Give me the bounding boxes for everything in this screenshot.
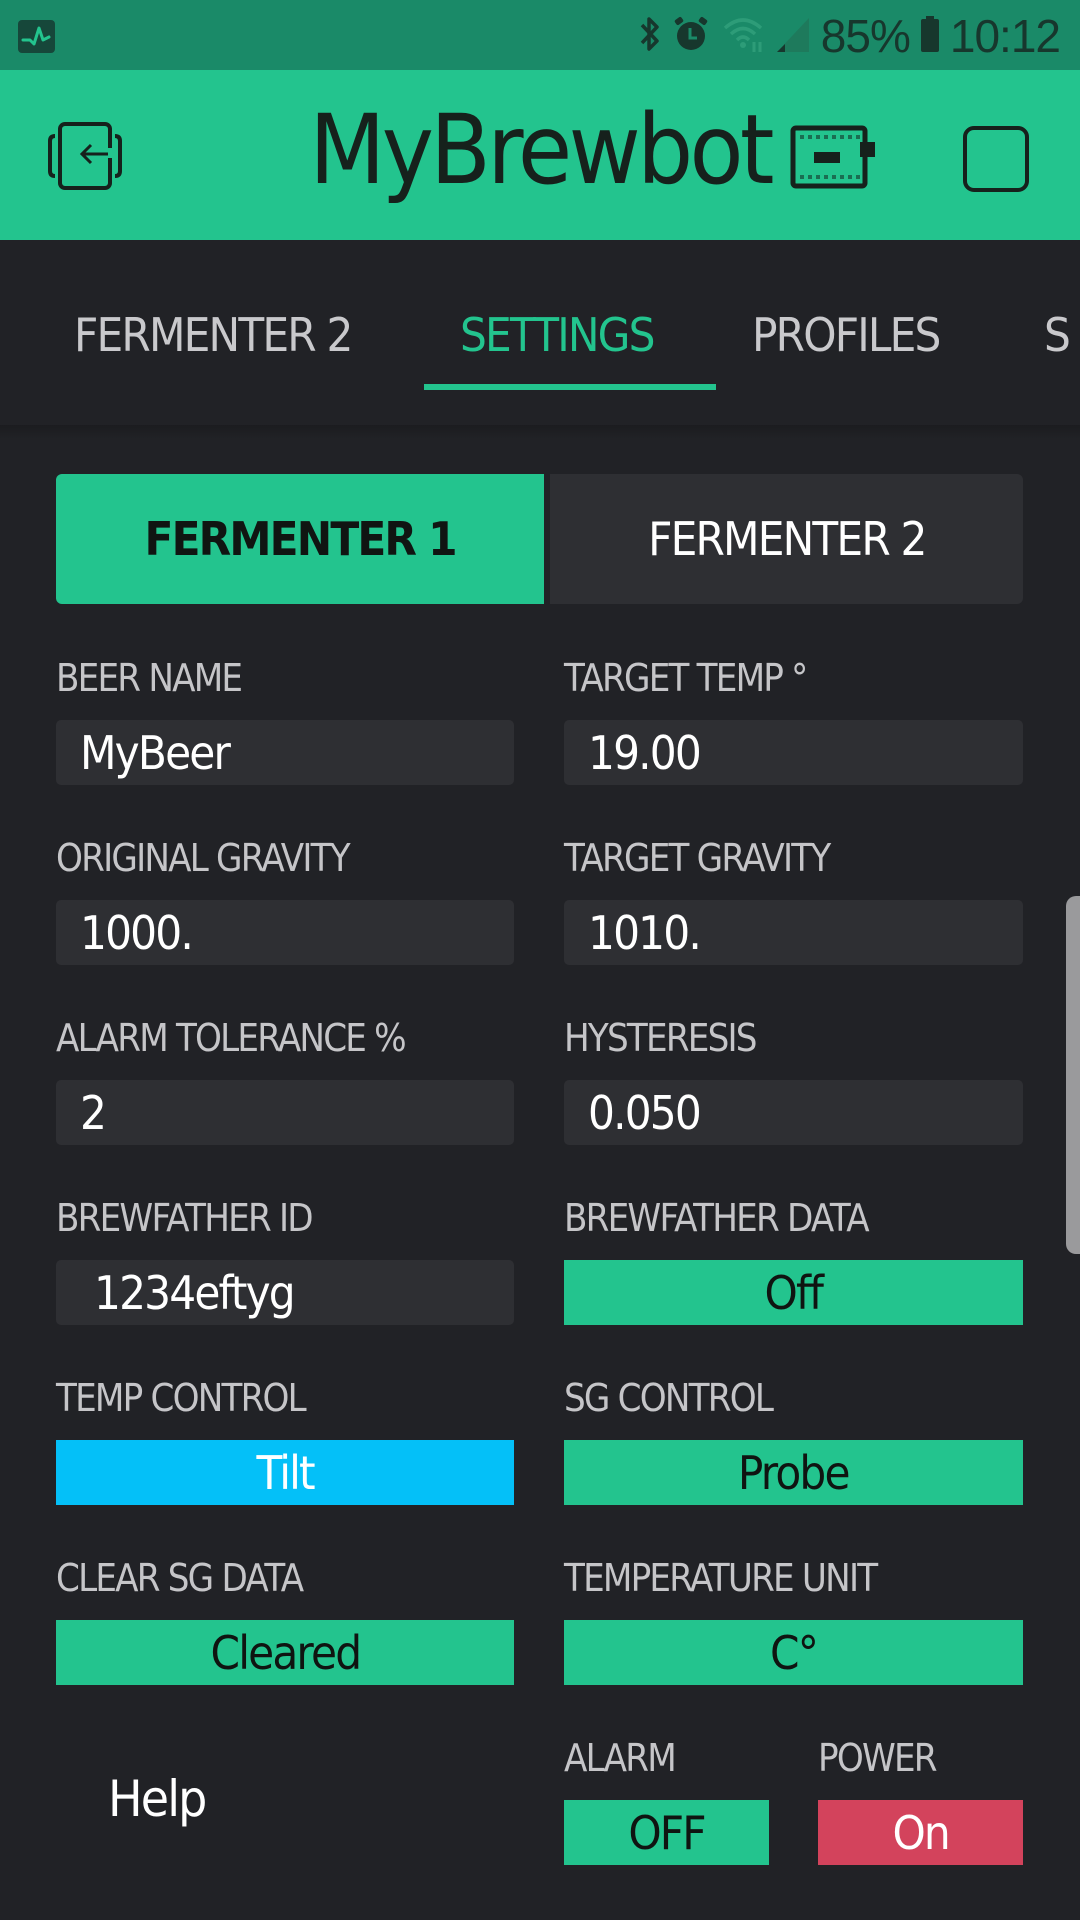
- clear-sg-data-button[interactable]: Cleared: [56, 1620, 514, 1685]
- active-tab-indicator: [424, 384, 716, 390]
- segment-label: FERMENTER 2: [647, 512, 927, 566]
- original-gravity-input[interactable]: 1000.: [56, 900, 514, 965]
- brewfather-data-value: Off: [764, 1265, 824, 1320]
- clear-sg-data-value: Cleared: [210, 1625, 362, 1680]
- target-gravity-input[interactable]: 1010.: [564, 900, 1023, 965]
- tab-overflow[interactable]: S: [1044, 308, 1071, 362]
- tab-profiles[interactable]: PROFILES: [752, 308, 941, 362]
- target-gravity-value: 1010.: [588, 905, 702, 960]
- power-value: On: [892, 1805, 950, 1860]
- status-icons: 85% 10:12: [639, 8, 1061, 64]
- alarm-tolerance-input[interactable]: 2: [56, 1080, 514, 1145]
- tab-bar: FERMENTER 2 SETTINGS PROFILES S: [0, 240, 1080, 435]
- brewfather-data-toggle[interactable]: Off: [564, 1260, 1023, 1325]
- target-temp-label: TARGET TEMP °: [564, 656, 808, 700]
- alarm-value: OFF: [628, 1805, 706, 1860]
- clock-time: 10:12: [949, 10, 1061, 62]
- original-gravity-label: ORIGINAL GRAVITY: [56, 836, 351, 880]
- power-label: POWER: [818, 1736, 938, 1780]
- power-toggle[interactable]: On: [818, 1800, 1023, 1865]
- status-bar: 85% 10:12: [0, 0, 1080, 70]
- original-gravity-value: 1000.: [80, 905, 194, 960]
- alarm-label: ALARM: [564, 1736, 677, 1780]
- alarm-tolerance-value: 2: [80, 1085, 107, 1140]
- hysteresis-value: 0.050: [588, 1085, 702, 1140]
- wifi-icon: [721, 14, 765, 58]
- temperature-unit-toggle[interactable]: C°: [564, 1620, 1023, 1685]
- bluetooth-icon: [639, 14, 661, 58]
- temp-control-toggle[interactable]: Tilt: [56, 1440, 514, 1505]
- sg-control-toggle[interactable]: Probe: [564, 1440, 1023, 1505]
- segment-fermenter-1[interactable]: FERMENTER 1: [56, 474, 544, 604]
- alarm-clock-icon: [671, 14, 711, 58]
- segment-fermenter-2[interactable]: FERMENTER 2: [550, 474, 1023, 604]
- tab-fermenter-2[interactable]: FERMENTER 2: [74, 308, 353, 362]
- temperature-unit-label: TEMPERATURE UNIT: [564, 1556, 878, 1600]
- hysteresis-input[interactable]: 0.050: [564, 1080, 1023, 1145]
- hysteresis-label: HYSTERESIS: [564, 1016, 758, 1060]
- exit-device-icon[interactable]: [48, 120, 122, 196]
- brewfather-id-input[interactable]: 1234eftyg: [56, 1260, 514, 1325]
- tab-settings[interactable]: SETTINGS: [460, 308, 655, 362]
- sg-control-label: SG CONTROL: [564, 1376, 774, 1420]
- target-gravity-label: TARGET GRAVITY: [564, 836, 831, 880]
- temp-control-label: TEMP CONTROL: [56, 1376, 307, 1420]
- brewfather-id-value: 1234eftyg: [94, 1265, 296, 1320]
- target-temp-value: 19.00: [588, 725, 702, 780]
- device-board-icon[interactable]: [790, 125, 876, 193]
- app-title: MyBrewbot: [309, 94, 774, 206]
- sg-control-value: Probe: [738, 1445, 851, 1500]
- beer-name-input[interactable]: MyBeer: [56, 720, 514, 785]
- beer-name-value: MyBeer: [80, 725, 231, 780]
- battery-percent: 85%: [820, 10, 911, 62]
- target-temp-input[interactable]: 19.00: [564, 720, 1023, 785]
- pulse-icon: [18, 20, 55, 53]
- brewfather-data-label: BREWFATHER DATA: [564, 1196, 870, 1240]
- temperature-unit-value: C°: [769, 1625, 819, 1680]
- temp-control-value: Tilt: [256, 1445, 315, 1500]
- cell-signal-icon: [775, 14, 811, 58]
- app-header: MyBrewbot: [0, 70, 1080, 240]
- alarm-tolerance-label: ALARM TOLERANCE %: [56, 1016, 407, 1060]
- segment-label: FERMENTER 1: [144, 512, 457, 566]
- brewfather-id-label: BREWFATHER ID: [56, 1196, 314, 1240]
- square-icon[interactable]: [962, 125, 1030, 197]
- alarm-toggle[interactable]: OFF: [564, 1800, 769, 1865]
- tab-bar-shadow: [0, 425, 1080, 439]
- scrollbar-thumb[interactable]: [1066, 896, 1080, 1254]
- beer-name-label: BEER NAME: [56, 656, 243, 700]
- help-link[interactable]: Help: [108, 1770, 207, 1828]
- battery-icon: [920, 14, 940, 58]
- clear-sg-data-label: CLEAR SG DATA: [56, 1556, 304, 1600]
